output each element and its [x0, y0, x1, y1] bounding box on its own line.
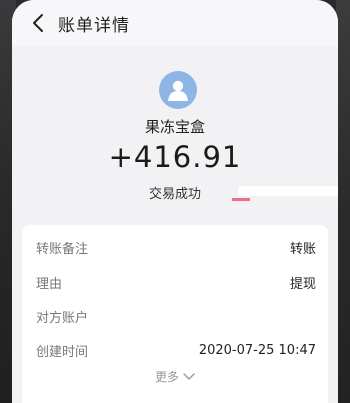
more-button[interactable]: 更多	[22, 368, 328, 385]
detail-value: 转账	[289, 241, 316, 257]
detail-row-created-time: 创建时间 2020-07-25 10:47	[36, 340, 316, 360]
overlay-mark	[238, 186, 338, 196]
page-title: 账单详情	[58, 15, 130, 36]
detail-label: 对方账户	[36, 310, 89, 326]
top-bar: 账单详情	[12, 0, 338, 46]
detail-label: 理由	[36, 276, 63, 292]
counterparty-name: 果冻宝盒	[144, 118, 205, 136]
more-label: 更多	[154, 370, 179, 384]
detail-value: 提现	[289, 276, 316, 292]
chevron-down-icon	[183, 372, 195, 380]
transaction-amount: +416.91	[108, 140, 242, 174]
detail-row-note: 转账备注 转账	[36, 237, 316, 257]
detail-label: 创建时间	[36, 344, 89, 360]
detail-label: 转账备注	[36, 241, 89, 257]
detail-value: 2020-07-25 10:47	[198, 342, 316, 358]
app-screen: 账单详情 果冻宝盒 +416.91 交易成功 转账备注 转账 理由 提现 对方账…	[12, 0, 338, 403]
device-frame-right	[336, 0, 350, 403]
detail-row-account: 对方账户	[36, 306, 316, 326]
back-button[interactable]	[18, 0, 58, 46]
chevron-left-icon	[33, 14, 43, 32]
details-card: 转账备注 转账 理由 提现 对方账户 创建时间 2020-07-25 10:47…	[22, 225, 328, 403]
overlay-mark-red	[232, 198, 250, 201]
detail-row-reason: 理由 提现	[36, 272, 316, 292]
user-avatar-icon	[159, 71, 197, 109]
